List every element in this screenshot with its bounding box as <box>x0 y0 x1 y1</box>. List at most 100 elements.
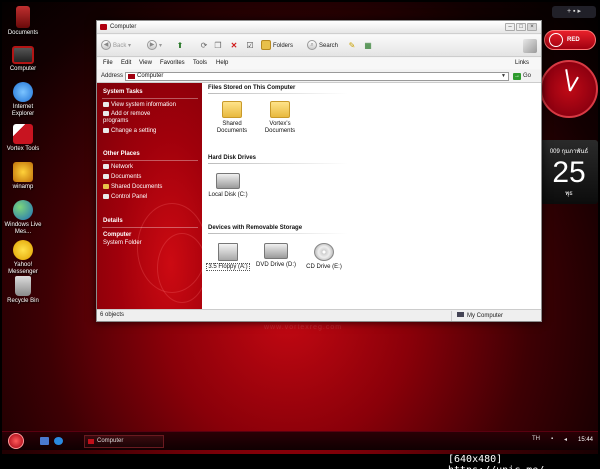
language-indicator[interactable]: TH <box>532 436 540 442</box>
desktop-icon-internet-explorer[interactable]: Internet Explorer <box>2 82 44 118</box>
place-documents[interactable]: Documents <box>103 174 141 181</box>
control-panel-icon <box>103 128 109 133</box>
forward-button[interactable]: ▶ ▾ <box>147 40 162 52</box>
menu-help[interactable]: Help <box>216 60 228 66</box>
taskbar: Computer TH ▪ ◂ 15:44 <box>2 431 598 450</box>
folder-icon <box>270 101 290 118</box>
status-bar: 6 objects My Computer <box>97 309 541 321</box>
menu-edit[interactable]: Edit <box>121 60 131 66</box>
desktop-icon-vortex-tools[interactable]: Vortex Tools <box>2 124 44 153</box>
maximize-button[interactable]: □ <box>516 23 526 31</box>
place-control-panel[interactable]: Control Panel <box>103 194 147 201</box>
item-floppy-a[interactable]: 3.5 Floppy (A:) <box>204 243 252 271</box>
watermark-text: www.vortexreg.com <box>264 324 343 331</box>
clock-minute-hand <box>565 69 571 92</box>
file-view: Files Stored on This Computer Shared Doc… <box>202 83 541 309</box>
views-icon[interactable]: ▦ <box>363 41 373 51</box>
desktop-icon-label: Documents <box>7 30 39 36</box>
item-cd-drive-e[interactable]: CD Drive (E:) <box>300 243 348 271</box>
item-vortex-documents[interactable]: Vortex's Documents <box>256 101 304 135</box>
vortex-tools-icon <box>13 124 33 144</box>
address-input[interactable]: Computer ▼ <box>125 72 509 81</box>
group-removable-heading: Devices with Removable Storage <box>208 225 303 231</box>
documents-icon <box>103 174 109 179</box>
explorer-window: Computer – □ × ◀ Back ▾ ▶ ▾ ⬆ ⟳ ❐ ✕ ☑ Fold… <box>96 20 542 322</box>
close-button[interactable]: × <box>527 23 537 31</box>
delete-icon[interactable]: ✕ <box>229 41 239 51</box>
address-value: Computer <box>137 73 164 79</box>
clock-time[interactable]: 15:44 <box>578 437 593 443</box>
refresh-icon[interactable]: ⟳ <box>199 41 209 51</box>
item-dvd-drive-d[interactable]: DVD Drive (D:) <box>252 243 300 269</box>
place-shared-documents[interactable]: Shared Documents <box>103 184 162 191</box>
desktop-icon-recycle-bin[interactable]: Recycle Bin <box>2 276 44 305</box>
windows-flag-icon <box>523 39 537 53</box>
menu-favorites[interactable]: Favorites <box>160 60 185 66</box>
status-location: My Computer <box>457 312 503 319</box>
divider <box>102 160 198 161</box>
computer-icon <box>88 439 94 444</box>
computer-icon <box>128 74 135 79</box>
other-places-heading[interactable]: Other Places <box>103 151 140 157</box>
minimize-button[interactable]: – <box>505 23 515 31</box>
task-view-system-info[interactable]: View system information <box>103 102 176 109</box>
forward-arrow-icon: ▶ <box>147 40 157 51</box>
group-files-stored-heading: Files Stored on This Computer <box>208 85 296 91</box>
computer-icon <box>457 312 464 317</box>
red-gadget-label: RED <box>567 37 580 43</box>
volume-tray-icon[interactable]: ◂ <box>564 436 567 443</box>
search-icon: ⌕ <box>307 40 317 51</box>
desktop-icon-documents[interactable]: Documents <box>2 6 44 37</box>
cd-drive-icon <box>314 243 334 261</box>
title-bar[interactable]: Computer – □ × <box>97 21 541 34</box>
desktop-icon-label: Computer <box>9 66 37 72</box>
desktop-icon-label: Vortex Tools <box>6 146 40 152</box>
item-shared-documents[interactable]: Shared Documents <box>208 101 256 135</box>
links-button[interactable]: Links <box>515 60 529 66</box>
search-button[interactable]: ⌕ Search <box>307 40 338 52</box>
item-local-disk-c[interactable]: Local Disk (C:) <box>204 173 252 199</box>
swirl-decoration <box>157 233 207 303</box>
folders-icon <box>261 40 271 51</box>
desktop-icon-yahoo-messenger[interactable]: Yahoo! Messenger <box>2 240 44 276</box>
red-gadget-button[interactable]: RED <box>544 30 596 50</box>
menu-file[interactable]: File <box>103 60 113 66</box>
back-button[interactable]: ◀ Back ▾ <box>101 40 131 52</box>
desktop-icon-computer[interactable]: Computer <box>2 46 44 73</box>
sidebar-gadget-controls[interactable]: + ▪ ▸ <box>552 6 596 18</box>
chevron-down-icon[interactable]: ▼ <box>501 73 506 79</box>
place-network[interactable]: Network <box>103 164 133 171</box>
details-type: System Folder <box>103 240 142 246</box>
documents-icon <box>16 6 30 28</box>
taskbar-item-computer[interactable]: Computer <box>84 435 164 448</box>
calendar-header: 009 กุมภาพันธ์ <box>549 149 589 155</box>
folder-icon <box>222 101 242 118</box>
go-button[interactable]: → Go <box>513 73 531 80</box>
copy-icon[interactable]: ❐ <box>213 41 223 51</box>
show-desktop-icon[interactable] <box>40 437 49 445</box>
menu-view[interactable]: View <box>139 60 152 66</box>
details-heading[interactable]: Details <box>103 218 123 224</box>
go-arrow-icon: → <box>513 73 521 80</box>
winamp-icon <box>13 162 33 182</box>
network-tray-icon[interactable]: ▪ <box>551 436 553 442</box>
calendar-gadget[interactable]: 009 กุมภาพันธ์ 25 พุธ <box>540 140 598 204</box>
desktop-icon-label: Yahoo! Messenger <box>8 262 38 275</box>
properties-icon[interactable]: ☑ <box>245 41 255 51</box>
folders-button[interactable]: Folders <box>261 40 293 52</box>
menu-tools[interactable]: Tools <box>193 60 207 66</box>
up-folder-icon[interactable]: ⬆ <box>175 41 185 51</box>
system-tasks-heading[interactable]: System Tasks <box>103 89 143 95</box>
desktop-icon-winamp[interactable]: winamp <box>2 162 44 191</box>
internet-explorer-icon[interactable] <box>54 437 63 445</box>
network-icon <box>103 164 109 169</box>
divider <box>102 227 198 228</box>
tools-icon[interactable]: ✎ <box>347 41 357 51</box>
task-change-setting[interactable]: Change a setting <box>103 128 156 135</box>
task-add-remove-programs[interactable]: Add or remove programs <box>103 111 173 125</box>
menu-bar: File Edit View Favorites Tools Help Link… <box>97 58 541 69</box>
divider <box>451 311 452 321</box>
start-button[interactable] <box>8 433 24 449</box>
clock-gadget[interactable] <box>540 60 598 118</box>
desktop-icon-windows-live-messenger[interactable]: Windows Live Mes... <box>2 200 44 236</box>
